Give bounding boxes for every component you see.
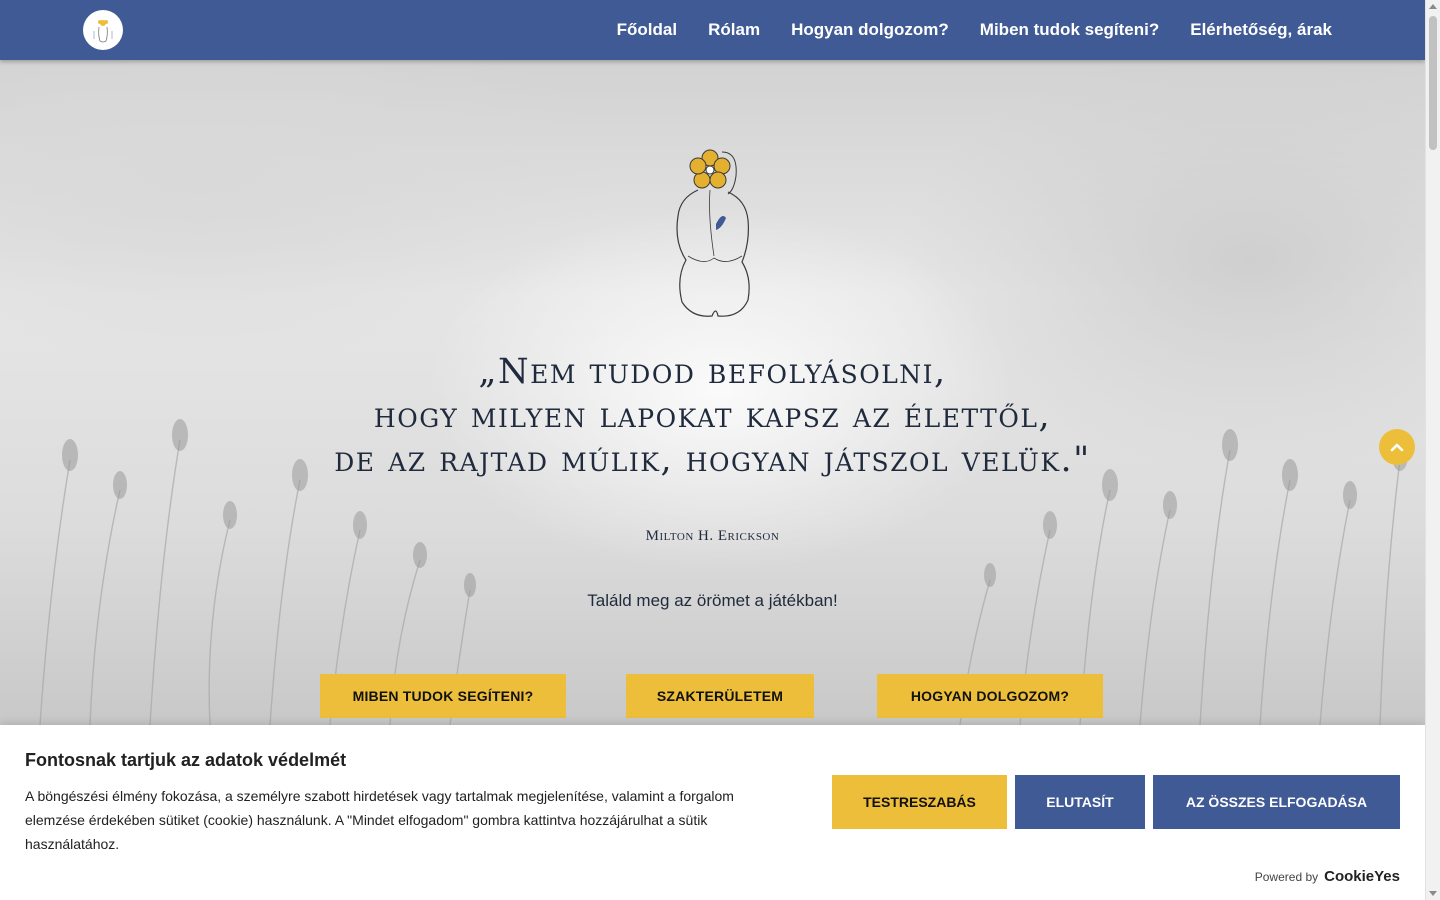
back-to-top-button[interactable]	[1379, 429, 1415, 465]
miben-tudok-segiteni-button[interactable]: Miben tudok segíteni?	[320, 674, 566, 718]
logo[interactable]	[83, 10, 123, 50]
quote-line: „Nem tudod befolyásolni,	[478, 352, 947, 392]
quote-author: Milton H. Erickson	[645, 528, 780, 544]
hero-section: „Nem tudod befolyásolni, hogy milyen lap…	[0, 60, 1425, 725]
customize-button[interactable]: Testreszabás	[832, 775, 1007, 829]
nav-item-hogyan-dolgozom[interactable]: Hogyan dolgozom?	[791, 20, 949, 40]
scroll-up-arrow-icon[interactable]	[1429, 4, 1437, 9]
szakteruletem-button[interactable]: Szakterületem	[626, 674, 814, 718]
chevron-up-icon	[1390, 443, 1404, 452]
nav-item-fooldal[interactable]: Főoldal	[617, 20, 677, 40]
main-nav: Főoldal Rólam Hogyan dolgozom? Miben tud…	[617, 0, 1332, 60]
reject-button[interactable]: Elutasít	[1015, 775, 1145, 829]
powered-by-label: Powered by	[1254, 870, 1319, 884]
cookie-title: Fontosnak tartjuk az adatok védelmét	[25, 750, 347, 770]
accept-all-button[interactable]: Az összes elfogadása	[1153, 775, 1400, 829]
quote-line: hogy milyen lapokat kapsz az élettől,	[373, 396, 1052, 436]
scroll-thumb[interactable]	[1429, 16, 1437, 150]
cookie-description: A böngészési élmény fokozása, a személyr…	[25, 788, 734, 852]
powered-by[interactable]: Powered by CookieYes	[1255, 868, 1400, 885]
cookie-consent-banner: Fontosnak tartjuk az adatok védelmét A b…	[0, 725, 1425, 900]
cookieyes-logo: CookieYes	[1324, 868, 1400, 885]
nav-item-elerhetoseg-arak[interactable]: Elérhetőség, árak	[1190, 20, 1332, 40]
nav-item-miben-tudok-segiteni[interactable]: Miben tudok segíteni?	[980, 20, 1159, 40]
nav-item-rolam[interactable]: Rólam	[708, 20, 760, 40]
scroll-down-arrow-icon[interactable]	[1429, 891, 1437, 896]
flower-figure-logo-icon	[93, 20, 113, 43]
hero-quote: „Nem tudod befolyásolni, hogy milyen lap…	[0, 350, 1425, 482]
hero-tagline: Találd meg az örömet a játékban!	[587, 591, 838, 610]
quote-line: de az rajtad múlik, hogyan játszol velük…	[334, 440, 1091, 480]
page-scrollbar[interactable]	[1425, 0, 1440, 900]
site-header: Főoldal Rólam Hogyan dolgozom? Miben tud…	[0, 0, 1425, 60]
woman-flower-illustration	[676, 149, 750, 317]
hogyan-dolgozom-button[interactable]: Hogyan dolgozom?	[877, 674, 1103, 718]
